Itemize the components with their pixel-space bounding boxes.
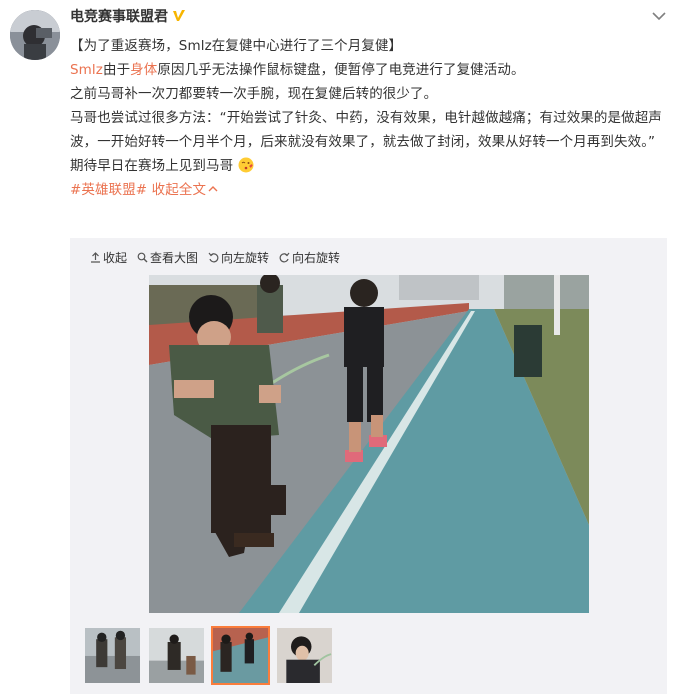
post-line-2: 之前马哥补一次刀都要转一次手腕，现在复健后转的很少了。	[70, 86, 438, 102]
thumbnail-1[interactable]	[83, 626, 142, 685]
rotate-right-icon	[279, 252, 290, 262]
view-large-label: 查看大图	[150, 250, 199, 265]
view-large-button[interactable]: 查看大图	[137, 249, 198, 265]
chevron-up-icon	[208, 186, 218, 192]
chevron-down-icon[interactable]	[652, 11, 666, 21]
media-toolbar: 收起 查看大图 向左旋转 向右旋转	[90, 249, 350, 265]
line-1-text-a: 由于	[102, 62, 131, 78]
verified-icon	[173, 10, 185, 21]
main-photo[interactable]	[149, 275, 589, 613]
thumbnail-2[interactable]	[147, 626, 206, 685]
post-line-1: Smlz由于身体原因几乎无法操作鼠标键盘，便暂停了电竞进行了复健活动。	[70, 58, 670, 82]
thumbnail-3[interactable]	[211, 626, 270, 685]
post-quote-paragraph: 马哥也尝试过很多方法：“开始尝试了针灸、中药，没有效果，电针越做越痛；有过效果的…	[70, 110, 662, 150]
rotate-right-button[interactable]: 向右旋转	[279, 249, 340, 265]
search-icon	[137, 252, 148, 262]
collapse-fulltext-label: 收起全文	[151, 182, 207, 198]
media-viewer: 收起 查看大图 向左旋转 向右旋转	[70, 238, 667, 694]
username[interactable]: 电竞赛事联盟君	[70, 7, 168, 27]
player-name-link[interactable]: Smlz	[70, 62, 103, 78]
thumbnail-strip	[83, 626, 339, 685]
collapse-fulltext-link[interactable]: 收起全文	[152, 182, 218, 198]
body-link[interactable]: 身体	[130, 62, 157, 78]
post-line-4: 期待早日在赛场上见到马哥	[70, 154, 670, 178]
rotate-right-label: 向右旋转	[292, 250, 341, 265]
kiss-emoji-icon	[238, 157, 254, 173]
rotate-left-label: 向左旋转	[221, 250, 270, 265]
line-4-text: 期待早日在赛场上见到马哥	[70, 158, 234, 174]
collapse-media-button[interactable]: 收起	[90, 249, 127, 265]
line-1-text-b: 原因几乎无法操作鼠标键盘，便暂停了电竞进行了复健活动。	[157, 62, 525, 78]
collapse-media-label: 收起	[103, 250, 128, 265]
avatar[interactable]	[10, 10, 60, 60]
post-tags-line: #英雄联盟# 收起全文	[70, 178, 670, 202]
post-title-line: 【为了重返赛场，Smlz在复健中心进行了三个月复健】	[70, 38, 403, 54]
rotate-left-button[interactable]: 向左旋转	[208, 249, 269, 265]
rotate-left-icon	[208, 252, 219, 262]
hashtag-link[interactable]: #英雄联盟#	[70, 182, 147, 198]
thumbnail-4[interactable]	[275, 626, 334, 685]
upload-icon	[91, 251, 100, 263]
post-content: 【为了重返赛场，Smlz在复健中心进行了三个月复健】 Smlz由于身体原因几乎无…	[70, 34, 670, 202]
